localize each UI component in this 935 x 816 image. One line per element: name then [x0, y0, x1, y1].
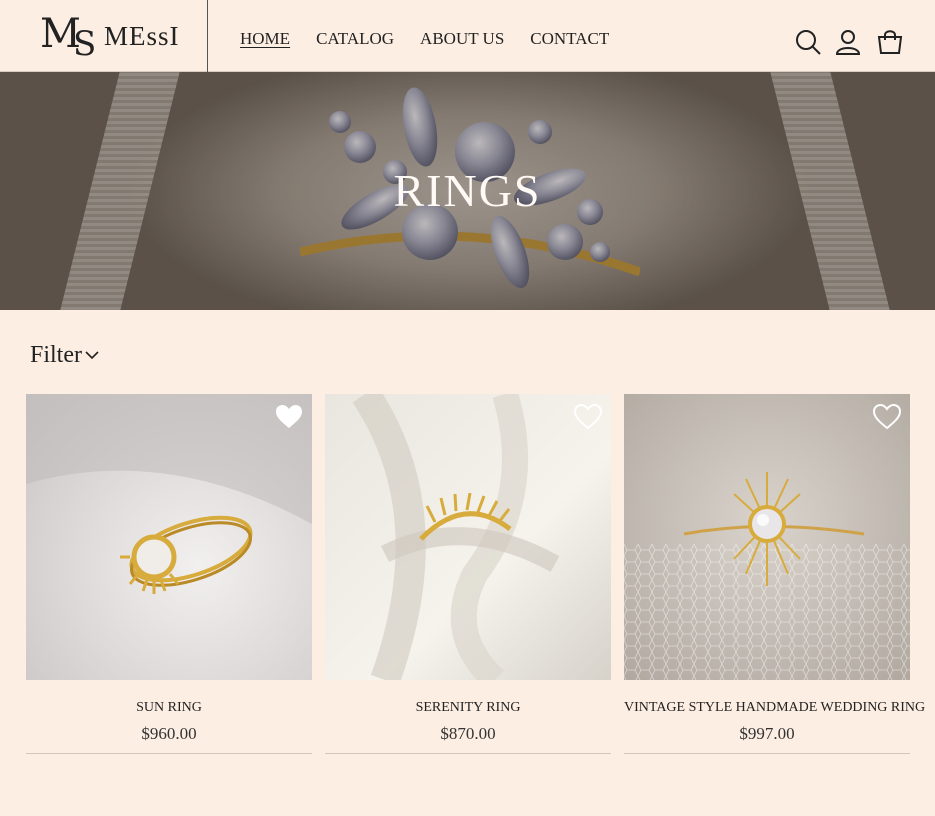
site-header: MS MEssI HOME CATALOG ABOUT US CONTACT: [0, 0, 935, 72]
nav-catalog[interactable]: CATALOG: [316, 29, 394, 49]
nav-about-us[interactable]: ABOUT US: [420, 29, 504, 49]
product-price: $997.00: [739, 724, 795, 743]
product-name[interactable]: SERENITY RING: [325, 700, 611, 716]
filter-toggle[interactable]: Filter: [30, 341, 100, 370]
logo-monogram: MS: [40, 11, 96, 64]
product-image[interactable]: [325, 394, 611, 680]
product-card: VINTAGE STYLE HANDMADE WEDDING RING $997…: [624, 394, 925, 754]
nav-home[interactable]: HOME: [240, 29, 290, 49]
product-card: SERENITY RING $870.00: [325, 394, 611, 754]
nav-contact[interactable]: CONTACT: [530, 29, 609, 49]
product-image[interactable]: [26, 394, 312, 680]
shopping-bag-icon[interactable]: [876, 28, 904, 56]
search-icon[interactable]: [794, 28, 822, 56]
user-icon[interactable]: [834, 28, 862, 56]
logo[interactable]: MS MEssI: [0, 0, 208, 72]
product-price: $960.00: [141, 724, 197, 743]
product-price: $870.00: [440, 724, 496, 743]
page-title: RINGS: [393, 165, 542, 216]
product-card: SUN RING $960.00: [26, 394, 312, 754]
hero-banner: RINGS: [0, 72, 935, 310]
favorite-heart-icon[interactable]: [872, 403, 902, 431]
filter-label: Filter: [30, 342, 82, 368]
product-image[interactable]: [624, 394, 910, 680]
favorite-heart-icon[interactable]: [275, 403, 303, 431]
product-name[interactable]: SUN RING: [26, 700, 312, 716]
chevron-down-icon: [84, 341, 100, 370]
product-name[interactable]: VINTAGE STYLE HANDMADE WEDDING RING: [624, 700, 925, 716]
brand-name: MEssI: [104, 21, 180, 51]
favorite-heart-icon[interactable]: [573, 403, 603, 431]
main-nav: HOME CATALOG ABOUT US CONTACT: [240, 29, 609, 49]
